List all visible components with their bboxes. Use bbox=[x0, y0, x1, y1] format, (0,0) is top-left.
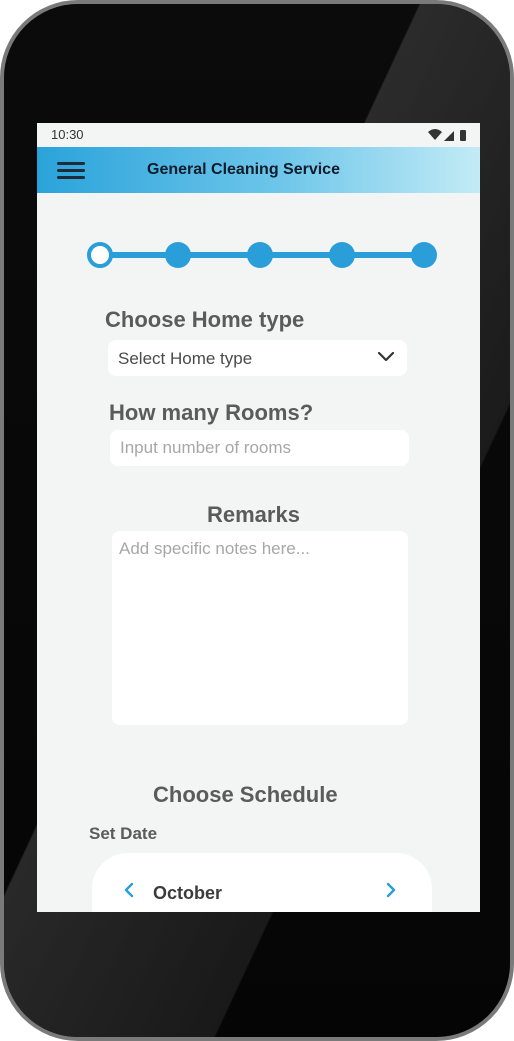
chevron-right-icon[interactable] bbox=[384, 881, 398, 899]
step-2[interactable] bbox=[165, 242, 191, 268]
app-title: General Cleaning Service bbox=[147, 161, 340, 178]
home-type-heading: Choose Home type bbox=[105, 307, 305, 332]
set-date-label: Set Date bbox=[89, 824, 158, 843]
remarks-textarea[interactable] bbox=[112, 531, 408, 725]
calendar-month: October bbox=[153, 883, 223, 903]
rooms-heading: How many Rooms? bbox=[109, 400, 314, 425]
calendar-card: October bbox=[92, 853, 432, 912]
signal-icon bbox=[444, 131, 454, 141]
remarks-heading: Remarks bbox=[207, 502, 300, 527]
step-1[interactable] bbox=[87, 242, 113, 268]
home-type-select[interactable]: Select Home type bbox=[108, 340, 407, 376]
menu-icon[interactable] bbox=[57, 162, 85, 180]
rooms-input[interactable] bbox=[110, 430, 409, 466]
home-type-select-value: Select Home type bbox=[118, 349, 253, 368]
app-screen: 10:30 General Cleaning Service Choose Ho… bbox=[37, 123, 480, 912]
chevron-left-icon[interactable] bbox=[122, 881, 136, 899]
schedule-heading: Choose Schedule bbox=[153, 782, 338, 807]
chevron-down-icon bbox=[377, 351, 395, 362]
battery-icon bbox=[460, 130, 466, 141]
status-icons bbox=[428, 129, 466, 141]
wifi-icon bbox=[428, 129, 442, 140]
progress-stepper bbox=[87, 241, 441, 269]
step-3[interactable] bbox=[247, 242, 273, 268]
status-time: 10:30 bbox=[51, 127, 84, 142]
phone-frame: 10:30 General Cleaning Service Choose Ho… bbox=[0, 0, 514, 1041]
app-bar: General Cleaning Service bbox=[37, 147, 480, 193]
step-5[interactable] bbox=[411, 242, 437, 268]
status-bar: 10:30 bbox=[37, 123, 480, 147]
step-4[interactable] bbox=[329, 242, 355, 268]
